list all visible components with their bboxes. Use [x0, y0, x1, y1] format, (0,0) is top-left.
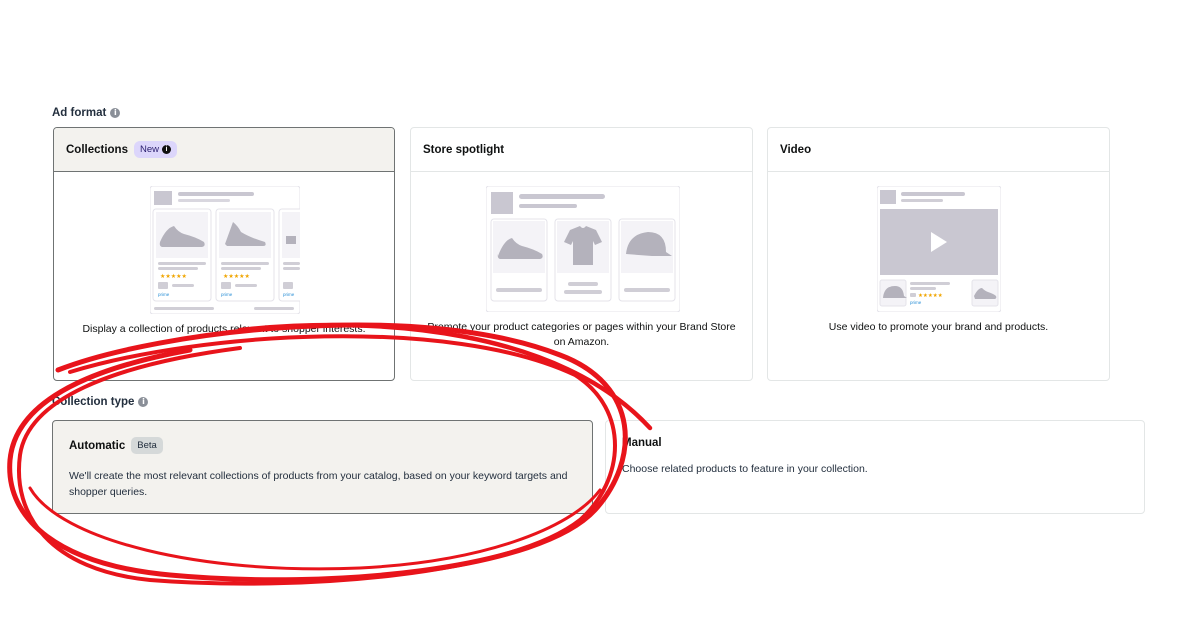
card-title: Collections	[66, 143, 128, 156]
prime-label: prime	[283, 292, 295, 297]
info-icon[interactable]: i	[138, 397, 149, 407]
ad-format-card-store-spotlight[interactable]: Store spotlight Promote your product cat…	[410, 127, 753, 381]
card-description: We'll create the most relevant collectio…	[69, 470, 568, 498]
beta-badge: Beta	[131, 437, 163, 454]
collection-type-label: Collection type i	[52, 396, 149, 408]
collection-type-label-text: Collection type	[52, 396, 135, 408]
card-header: Video	[768, 128, 1109, 172]
card-title: Store spotlight	[423, 143, 505, 156]
new-badge: New i	[133, 141, 177, 158]
product-tile: prime	[278, 208, 300, 302]
collections-illustration: ★★★★★ prime ★★★★★ prime prime	[150, 186, 300, 314]
info-icon[interactable]: i	[162, 145, 171, 154]
prime-label: prime	[910, 300, 922, 305]
video-illustration: ★★★★★ prime	[877, 186, 1001, 312]
card-title: Automatic	[69, 439, 126, 452]
card-header: Collections New i	[54, 128, 394, 172]
collection-type-card-manual[interactable]: Manual Choose related products to featur…	[605, 420, 1145, 514]
category-tile	[618, 218, 676, 302]
card-description: Use video to promote your brand and prod…	[828, 321, 1049, 333]
category-tile	[490, 218, 548, 302]
collection-type-card-automatic[interactable]: Automatic Beta We'll create the most rel…	[52, 420, 593, 514]
card-title: Video	[780, 143, 812, 156]
ad-format-card-video[interactable]: Video ★★★★★ prime Use video to promote y…	[767, 127, 1110, 381]
svg-text:★★★★★: ★★★★★	[160, 273, 187, 280]
ad-format-card-collections[interactable]: Collections New i ★★★★★ prime ★★★★★ prim…	[53, 127, 395, 381]
card-header: Store spotlight	[411, 128, 752, 172]
new-badge-label: New	[139, 144, 159, 155]
prime-label: prime	[221, 292, 233, 297]
svg-text:★★★★★: ★★★★★	[918, 293, 943, 299]
prime-label: prime	[158, 292, 170, 297]
card-description: Choose related products to feature in yo…	[622, 463, 868, 475]
category-tile	[554, 218, 612, 302]
svg-text:★★★★★: ★★★★★	[223, 273, 250, 280]
card-header: Automatic Beta	[69, 437, 576, 454]
card-description: Display a collection of products relevan…	[82, 323, 366, 335]
card-description: Promote your product categories or pages…	[427, 321, 736, 348]
card-title: Manual	[622, 437, 662, 449]
ad-format-label-text: Ad format	[52, 107, 107, 119]
card-header: Manual	[622, 437, 1128, 449]
store-spotlight-illustration	[486, 186, 680, 312]
product-tile: ★★★★★ prime	[215, 208, 275, 302]
product-tile: ★★★★★ prime	[152, 208, 212, 302]
info-icon[interactable]: i	[110, 108, 121, 118]
ad-format-label: Ad format i	[52, 107, 121, 119]
